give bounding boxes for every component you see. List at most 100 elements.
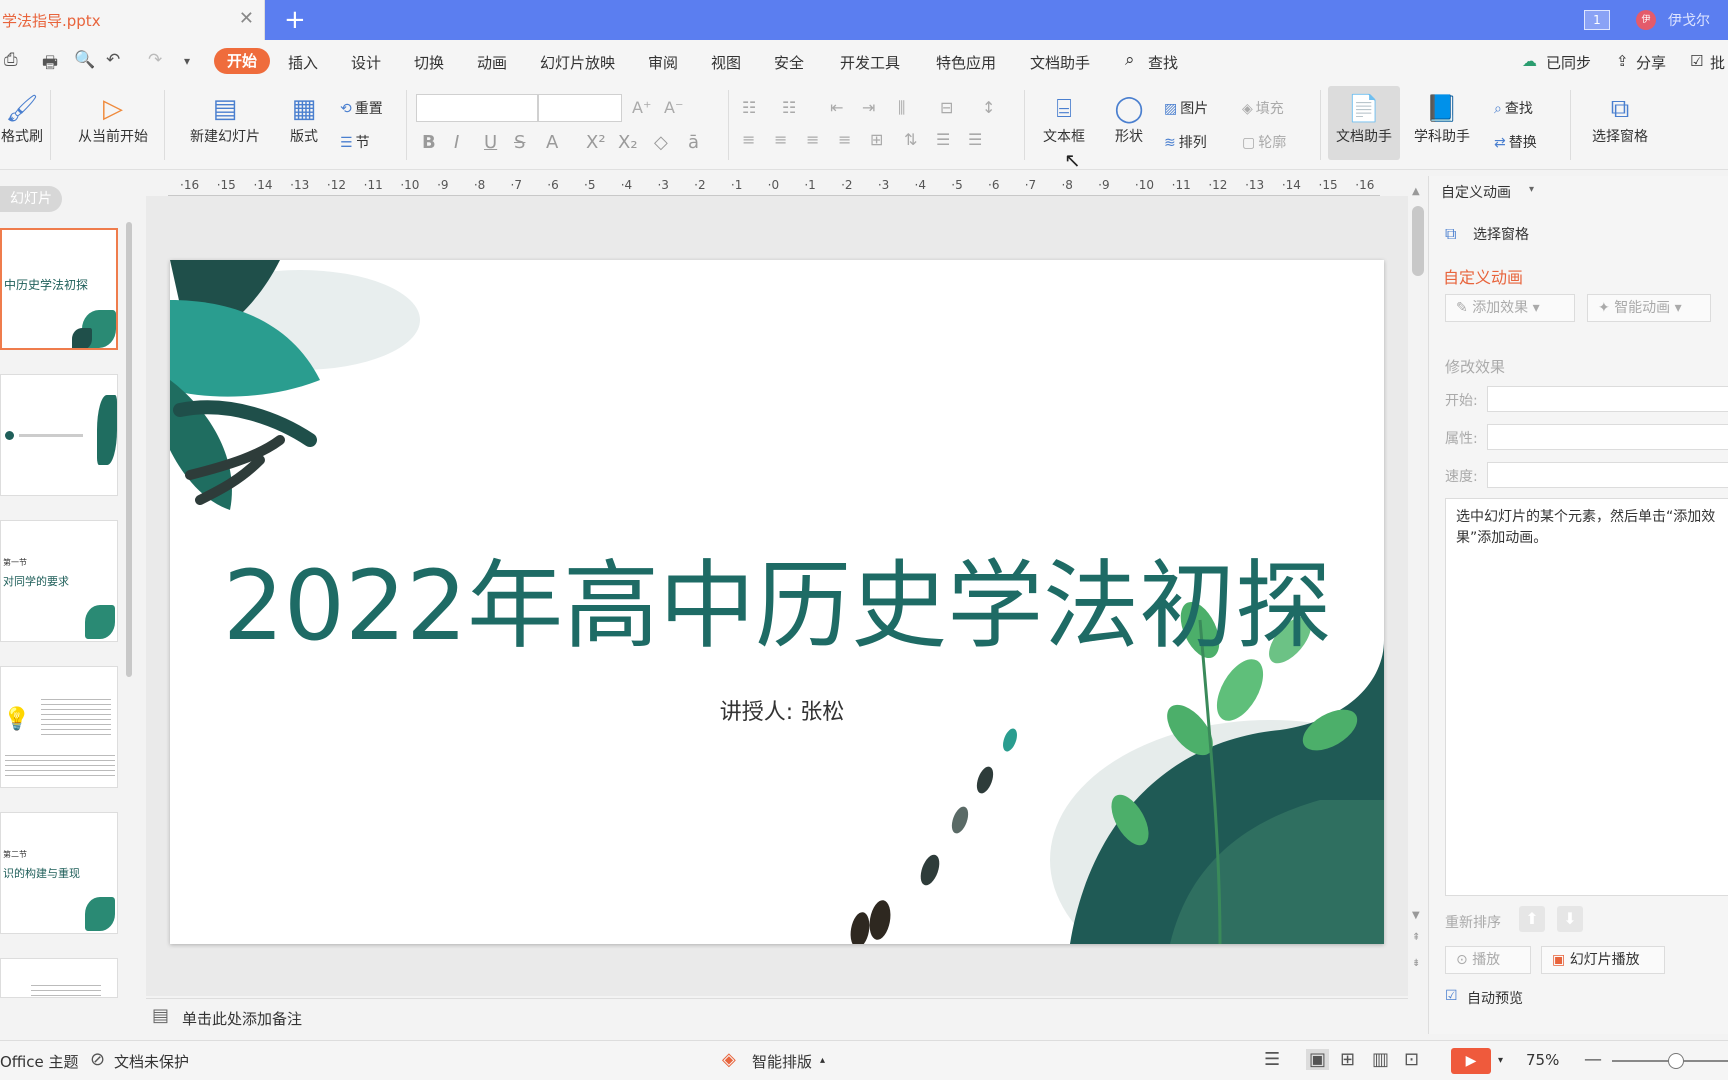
doc-assistant-button[interactable]: 📄 文档助手 xyxy=(1328,86,1400,160)
move-down-icon[interactable]: ⬇ xyxy=(1557,906,1583,932)
find-command[interactable]: 查找 xyxy=(1148,52,1178,73)
increase-font-icon[interactable]: A⁺ xyxy=(632,98,651,117)
next-slide-icon[interactable]: ⇟ xyxy=(1412,958,1420,969)
vertical-align-icon[interactable]: ⇅ xyxy=(904,130,917,149)
arrange-button[interactable]: ≋ 排列 xyxy=(1164,132,1207,152)
protection-status[interactable]: 文档未保护 xyxy=(114,1051,189,1072)
save-icon[interactable]: ⎙ xyxy=(4,50,18,70)
document-tab[interactable]: 学法指导.pptx ✕ xyxy=(0,0,265,40)
animation-list-box[interactable]: 选中幻灯片的某个元素，然后单击“添加效果”添加动画。 xyxy=(1445,498,1728,896)
share-button[interactable]: 分享 xyxy=(1636,52,1666,73)
play-button[interactable]: ⊙ 播放 xyxy=(1445,946,1531,974)
tab-insert[interactable]: 插入 xyxy=(288,52,318,73)
thumbnails-tab[interactable]: 幻灯片 xyxy=(0,186,62,212)
layout-button[interactable]: ▦ 版式 xyxy=(282,92,326,146)
property-select[interactable] xyxy=(1487,424,1728,450)
slide-title[interactable]: 2022年高中历史学法初探 xyxy=(170,528,1384,667)
tab-start[interactable]: 开始 xyxy=(214,48,270,74)
phonetic-icon[interactable]: ā xyxy=(688,132,699,153)
slide-thumbnail-4[interactable]: 💡 xyxy=(0,666,118,788)
slide-thumbnail-6[interactable] xyxy=(0,958,118,998)
italic-icon[interactable]: I xyxy=(454,132,459,153)
window-count-badge[interactable]: 1 xyxy=(1584,10,1610,30)
subject-assistant-button[interactable]: 📘 学科助手 xyxy=(1404,92,1480,146)
chevron-down-icon[interactable]: ▾ xyxy=(1498,1055,1503,1066)
increase-indent-icon[interactable]: ⇥ xyxy=(862,98,875,117)
justify-icon[interactable]: ≡ xyxy=(838,130,851,149)
slide-thumbnail-1[interactable]: 中历史学法初探 xyxy=(0,228,118,350)
paragraph-icon[interactable]: ☰ xyxy=(968,130,982,149)
find-button[interactable]: ⌕ 查找 xyxy=(1494,98,1533,118)
strikethrough-icon[interactable]: S xyxy=(514,132,525,153)
start-select[interactable] xyxy=(1487,386,1728,412)
previous-slide-icon[interactable]: ⇞ xyxy=(1412,932,1420,943)
tab-features[interactable]: 特色应用 xyxy=(936,52,996,73)
tab-doc-assistant[interactable]: 文档助手 xyxy=(1030,52,1090,73)
bullet-list-icon[interactable]: ☷ xyxy=(742,98,756,117)
speed-select[interactable] xyxy=(1487,462,1728,488)
fill-button[interactable]: ◈ 填充 xyxy=(1242,98,1284,118)
selection-pane-link[interactable]: 选择窗格 xyxy=(1473,224,1529,244)
line-spacing-icon[interactable]: ↕ xyxy=(982,98,995,117)
customize-toolbar-icon[interactable]: ▾ xyxy=(184,54,190,68)
notes-toggle-icon[interactable]: ☰ xyxy=(1264,1049,1280,1070)
redo-icon[interactable]: ↷ xyxy=(148,50,162,70)
new-tab-button[interactable]: + xyxy=(284,5,306,35)
replace-button[interactable]: ⇄ 替换 xyxy=(1494,132,1537,152)
reset-button[interactable]: ⟲ 重置 xyxy=(340,98,383,118)
columns-icon[interactable]: ⫼ xyxy=(898,98,905,118)
selection-pane-button[interactable]: ⧉ 选择窗格 xyxy=(1582,92,1658,146)
font-size-select[interactable] xyxy=(538,94,622,122)
tab-developer[interactable]: 开发工具 xyxy=(840,52,900,73)
outline-button[interactable]: ▢ 轮廓 xyxy=(1242,132,1286,152)
chevron-up-icon[interactable]: ▴ xyxy=(820,1055,825,1066)
batch-icon[interactable]: ☑ xyxy=(1690,52,1703,70)
normal-view-icon[interactable]: ▣ xyxy=(1306,1049,1330,1070)
distribute-icon[interactable]: ⊞ xyxy=(870,130,883,149)
pane-header[interactable]: 自定义动画 xyxy=(1441,182,1511,202)
align-center-icon[interactable]: ≡ xyxy=(774,130,787,149)
slide-thumbnail-5[interactable]: 第二节 识的构建与重现 xyxy=(0,812,118,934)
eraser-icon[interactable]: ◇ xyxy=(654,132,668,153)
textbox-button[interactable]: ⌸ 文本框 xyxy=(1034,92,1094,146)
picture-button[interactable]: ▨ 图片 xyxy=(1164,98,1208,118)
scroll-up-icon[interactable]: ▲ xyxy=(1412,186,1420,197)
underline-icon[interactable]: U xyxy=(484,132,497,153)
user-name[interactable]: 伊戈尔 xyxy=(1668,10,1710,30)
tab-design[interactable]: 设计 xyxy=(351,52,381,73)
presenter-tools-icon[interactable]: ⊡ xyxy=(1404,1049,1419,1070)
smart-animation-button[interactable]: ✦ 智能动画 ▾ xyxy=(1587,294,1711,322)
zoom-slider-handle[interactable] xyxy=(1668,1053,1684,1069)
bold-icon[interactable]: B xyxy=(422,132,436,153)
reading-view-icon[interactable]: ▥ xyxy=(1372,1049,1389,1070)
subscript-icon[interactable]: X₂ xyxy=(618,132,638,153)
slide-sorter-icon[interactable]: ⊞ xyxy=(1340,1049,1355,1070)
tab-transition[interactable]: 切换 xyxy=(414,52,444,73)
tab-animation[interactable]: 动画 xyxy=(477,52,507,73)
shape-button[interactable]: ◯ 形状 xyxy=(1104,92,1154,146)
move-up-icon[interactable]: ⬆ xyxy=(1519,906,1545,932)
thumbnails-scrollbar[interactable] xyxy=(126,222,132,677)
zoom-out-icon[interactable]: — xyxy=(1584,1049,1602,1070)
text-direction-icon[interactable]: ⊟ xyxy=(940,98,953,117)
notes-bar[interactable]: ▤ 单击此处添加备注 xyxy=(146,998,1408,1034)
align-right-icon[interactable]: ≡ xyxy=(806,130,819,149)
share-icon[interactable]: ⇪ xyxy=(1616,52,1629,70)
tab-security[interactable]: 安全 xyxy=(774,52,804,73)
tab-review[interactable]: 审阅 xyxy=(648,52,678,73)
chevron-down-icon[interactable]: ▾ xyxy=(1529,184,1534,195)
tab-slideshow[interactable]: 幻灯片放映 xyxy=(540,52,615,73)
selection-pane-icon[interactable]: ⧉ xyxy=(1445,224,1456,244)
slide-subtitle[interactable]: 讲授人: 张松 xyxy=(170,694,1384,726)
numbered-list-icon[interactable]: ☷ xyxy=(782,98,796,117)
autopreview-checkbox[interactable]: ☑ xyxy=(1445,988,1458,1004)
batch-button[interactable]: 批 xyxy=(1710,52,1725,73)
slideshow-button[interactable]: ▣ 幻灯片播放 xyxy=(1541,946,1665,974)
avatar[interactable]: 伊 xyxy=(1636,10,1656,30)
list-level-icon[interactable]: ☰ xyxy=(936,130,950,149)
undo-icon[interactable]: ↶ xyxy=(106,50,120,70)
decrease-font-icon[interactable]: A⁻ xyxy=(664,98,683,117)
print-preview-icon[interactable]: 🔍 xyxy=(74,50,95,70)
tab-view[interactable]: 视图 xyxy=(711,52,741,73)
slide-vertical-scrollbar[interactable]: ▲ ▼ ⇞ ⇟ xyxy=(1410,184,1424,996)
